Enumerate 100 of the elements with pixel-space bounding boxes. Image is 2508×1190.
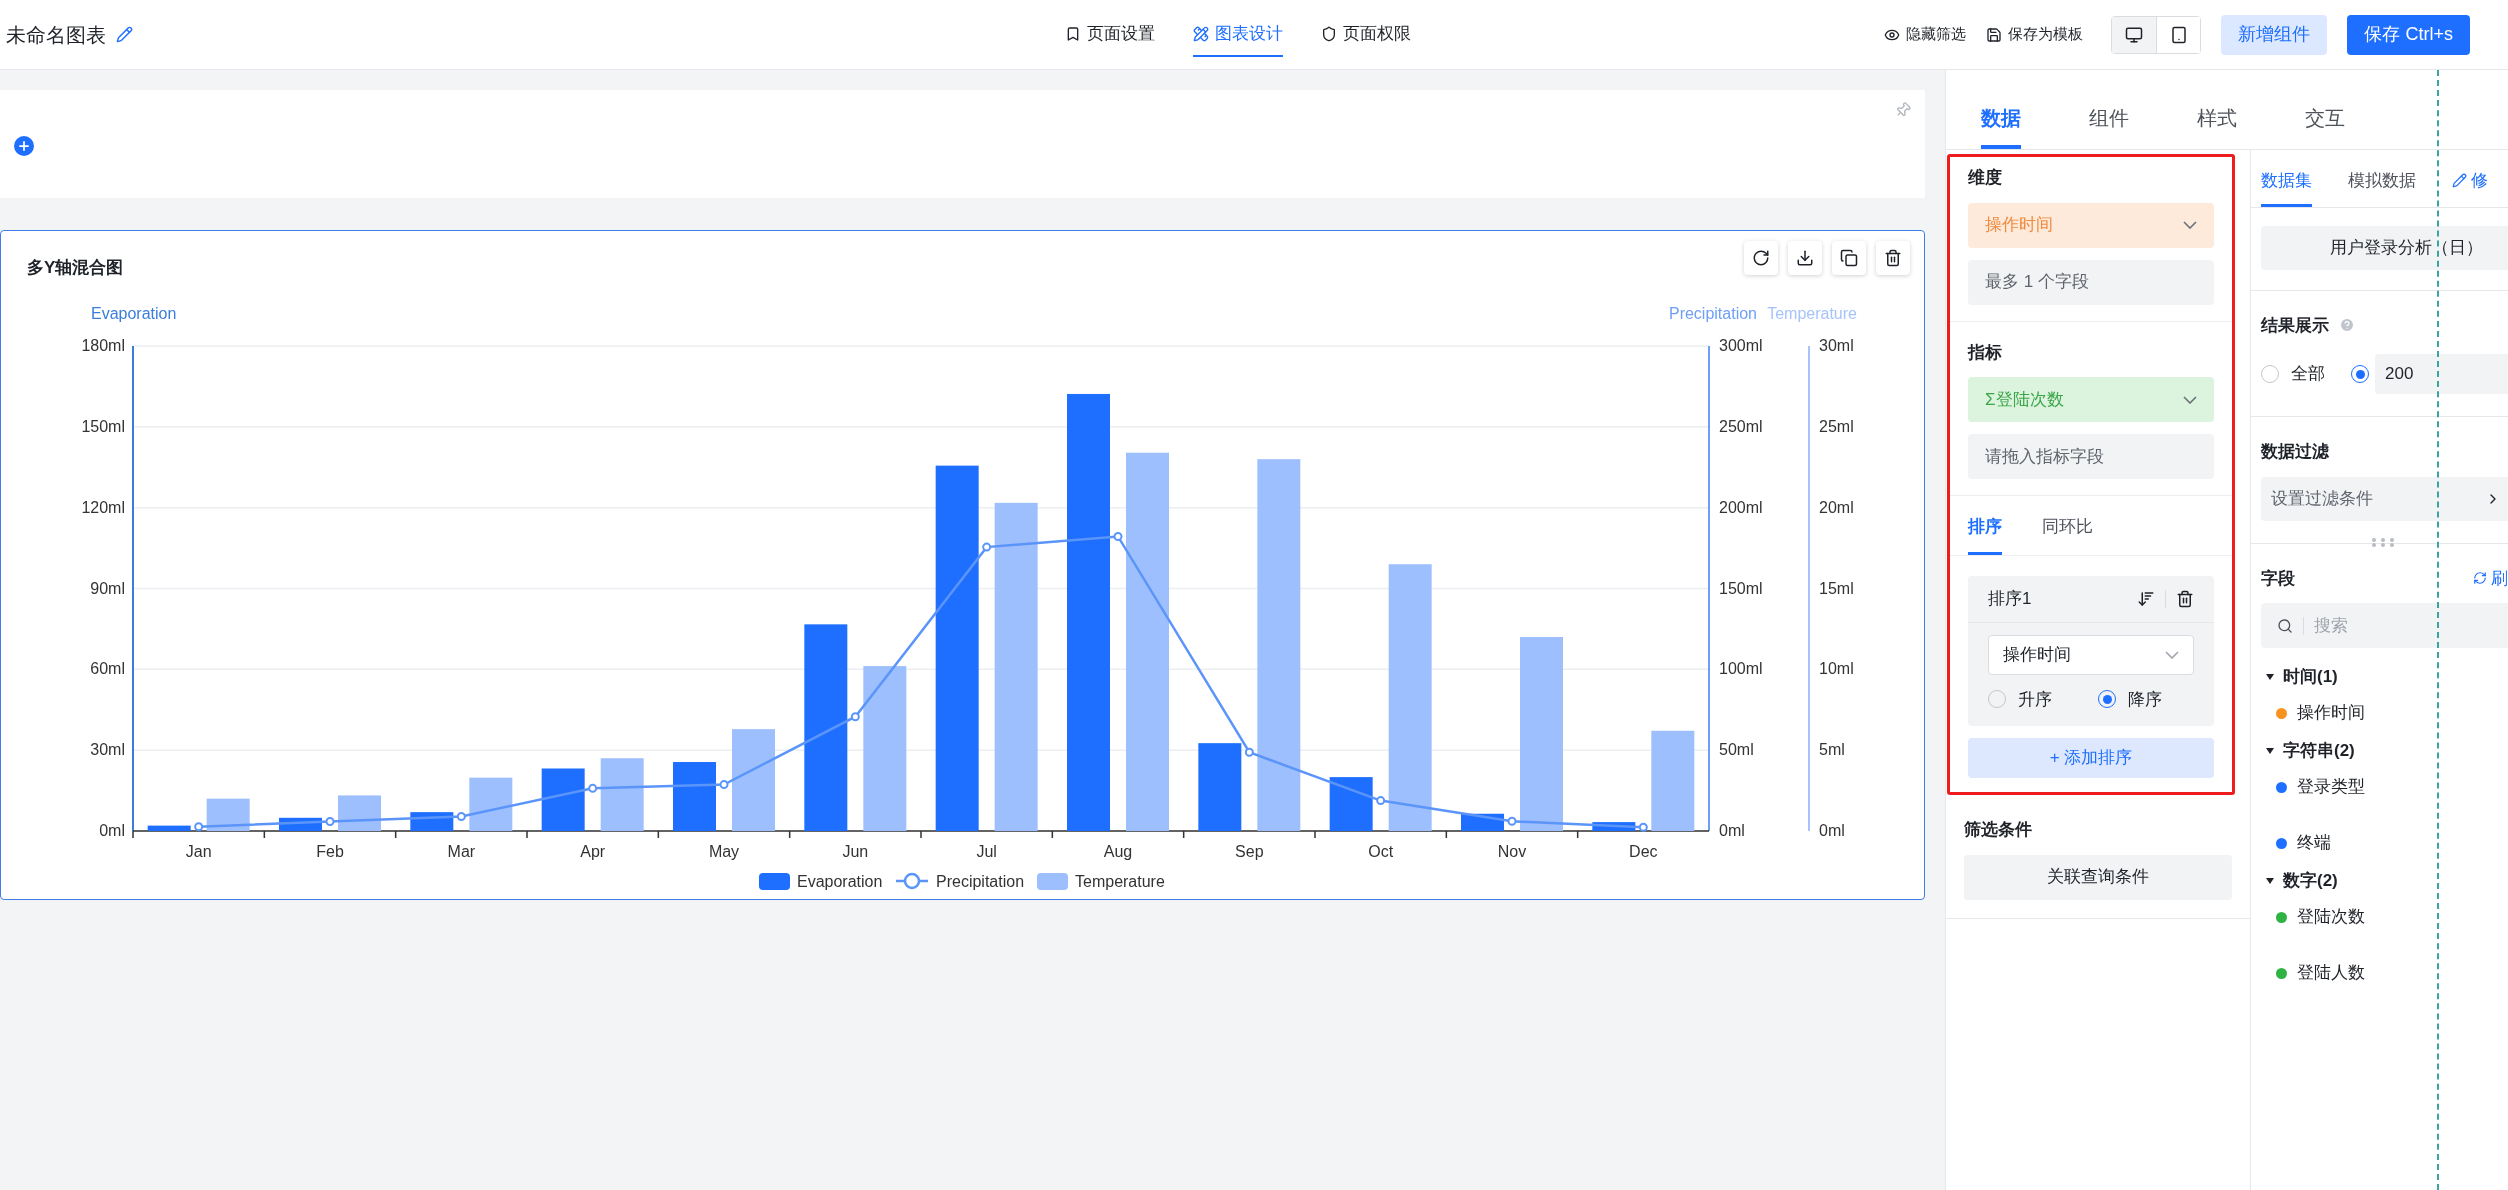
legend-line-icon (896, 872, 928, 890)
top-tab[interactable]: 页面权限 (1321, 12, 1411, 57)
query-condition-button[interactable]: 关联查询条件 (1964, 854, 2232, 900)
dataset-name-field[interactable]: 用户登录分析（日） (2261, 225, 2508, 270)
copy-icon (1840, 249, 1858, 267)
legend-label[interactable]: Evaporation (797, 872, 883, 890)
line-point (1113, 531, 1123, 541)
pencil-ruler-icon (1193, 25, 1209, 42)
tick-label: 150ml (1719, 579, 1763, 597)
field-item[interactable]: 终端 (2297, 830, 2331, 856)
delete-icon (1884, 249, 1902, 267)
dataset-tab[interactable]: 模拟数据 (2348, 168, 2416, 207)
line-point (1638, 822, 1648, 832)
sub-tab[interactable]: 同环比 (2042, 514, 2093, 555)
section-label: 字段 (2261, 567, 2295, 590)
chevron-down-icon (2183, 221, 2197, 229)
category-label: Oct (1368, 842, 1394, 860)
field-group[interactable]: 字符串(2) (2265, 732, 2508, 769)
bar (1592, 821, 1636, 831)
device-button[interactable] (2112, 16, 2157, 53)
tick-label: 100ml (1719, 660, 1763, 678)
tablet-icon (2170, 25, 2188, 44)
save-button[interactable]: 保存 Ctrl+s (2347, 14, 2470, 55)
desktop-icon (2125, 25, 2144, 44)
chart-tool-button[interactable] (1744, 241, 1778, 275)
line-point (1507, 816, 1517, 826)
download-icon (1796, 249, 1814, 267)
line-point (588, 783, 598, 793)
toolbar-link[interactable]: 隐藏筛选 (1884, 23, 1967, 46)
category-label: Nov (1497, 842, 1527, 860)
tick-label: 20ml (1819, 498, 1854, 516)
toolbar-link[interactable]: 保存为模板 (1986, 23, 2084, 46)
top-tab[interactable]: 页面设置 (1065, 12, 1155, 57)
category-label: May (708, 842, 740, 860)
category-label: Sep (1235, 842, 1264, 860)
caret-icon (2265, 745, 2275, 756)
panel-tab[interactable]: 样式 (2197, 103, 2237, 149)
category-label: Apr (580, 842, 606, 860)
chevron-down-icon (2183, 395, 2197, 404)
field-group[interactable]: 时间(1) (2265, 658, 2508, 695)
bar (147, 825, 191, 831)
chart-tool-button[interactable] (1788, 241, 1822, 275)
refresh-link[interactable]: 刷 (2473, 565, 2508, 591)
tick-label: 60ml (90, 660, 125, 678)
section-label: 指标 (1968, 341, 2003, 364)
edit-link[interactable]: 修 (2452, 168, 2488, 207)
bar (541, 768, 585, 831)
field-item[interactable]: 操作时间 (2297, 700, 2365, 726)
delete-icon[interactable] (2176, 589, 2194, 608)
dimension-drop-zone[interactable]: 最多 1 个字段 (1968, 259, 2214, 305)
top-tab[interactable]: 图表设计 (1193, 12, 1283, 57)
panel-tab[interactable]: 交互 (2305, 103, 2345, 149)
search-field[interactable]: 搜索 (2261, 603, 2508, 648)
tick-label: 90ml (90, 579, 125, 597)
legend-swatch (759, 872, 790, 890)
page-title: 未命名图表 (6, 22, 106, 48)
limit-input[interactable]: 200 (2375, 354, 2508, 394)
section-label: 维度 (1968, 167, 2003, 189)
metric-drop-zone[interactable]: 请拖入指标字段 (1968, 434, 2214, 479)
line-point (1376, 795, 1386, 805)
add-filter-button[interactable] (14, 136, 34, 156)
tick-label: 30ml (1819, 336, 1854, 354)
legend-swatch (1037, 872, 1068, 890)
category-label: Jul (976, 842, 997, 860)
chart-tool-button[interactable] (1832, 241, 1866, 275)
line-point (325, 816, 335, 826)
category-label: Mar (447, 842, 476, 860)
sort-order-icon[interactable] (2137, 589, 2155, 608)
search-input[interactable]: 搜索 (2314, 612, 2464, 639)
field-item[interactable]: 登陆次数 (2297, 904, 2365, 930)
tick-label: 0ml (99, 821, 125, 839)
legend-label[interactable]: Temperature (1075, 872, 1165, 890)
drag-handle-icon[interactable] (2371, 536, 2395, 547)
edit-icon[interactable] (116, 26, 133, 43)
section-label: 结果展示 (2261, 314, 2329, 337)
category-label: Jun (842, 842, 869, 860)
dataset-tab[interactable]: 数据集 (2261, 168, 2312, 207)
add-sort-button[interactable]: + 添加排序 (1968, 738, 2214, 778)
line-point (719, 779, 729, 789)
bar (206, 798, 250, 831)
add-component-button[interactable]: 新增组件 (2221, 14, 2328, 55)
field-group[interactable]: 数字(2) (2265, 862, 2508, 899)
category-label: Jan (185, 842, 212, 860)
filter-condition-button[interactable]: 设置过滤条件 (2261, 476, 2508, 521)
category-label: Dec (1629, 842, 1658, 860)
chart-tool-button[interactable] (1876, 241, 1910, 275)
tick-label: 10ml (1819, 660, 1854, 678)
tick-label: 0ml (1719, 821, 1745, 839)
device-button[interactable] (2156, 16, 2201, 53)
field-item[interactable]: 登陆人数 (2297, 960, 2365, 986)
tick-label: 180ml (81, 336, 125, 354)
panel-tab[interactable]: 组件 (2089, 103, 2129, 149)
panel-tab[interactable]: 数据 (1981, 103, 2021, 149)
bar (469, 777, 513, 831)
sort-field-select[interactable]: 操作时间 (1988, 634, 2194, 675)
field-item[interactable]: 登录类型 (2297, 774, 2365, 800)
legend-label[interactable]: Precipitation (936, 872, 1025, 890)
sub-tab[interactable]: 排序 (1968, 514, 2002, 555)
axis-title: Temperature (1767, 304, 1857, 322)
chart-title: 多Y轴混合图 (27, 257, 124, 279)
